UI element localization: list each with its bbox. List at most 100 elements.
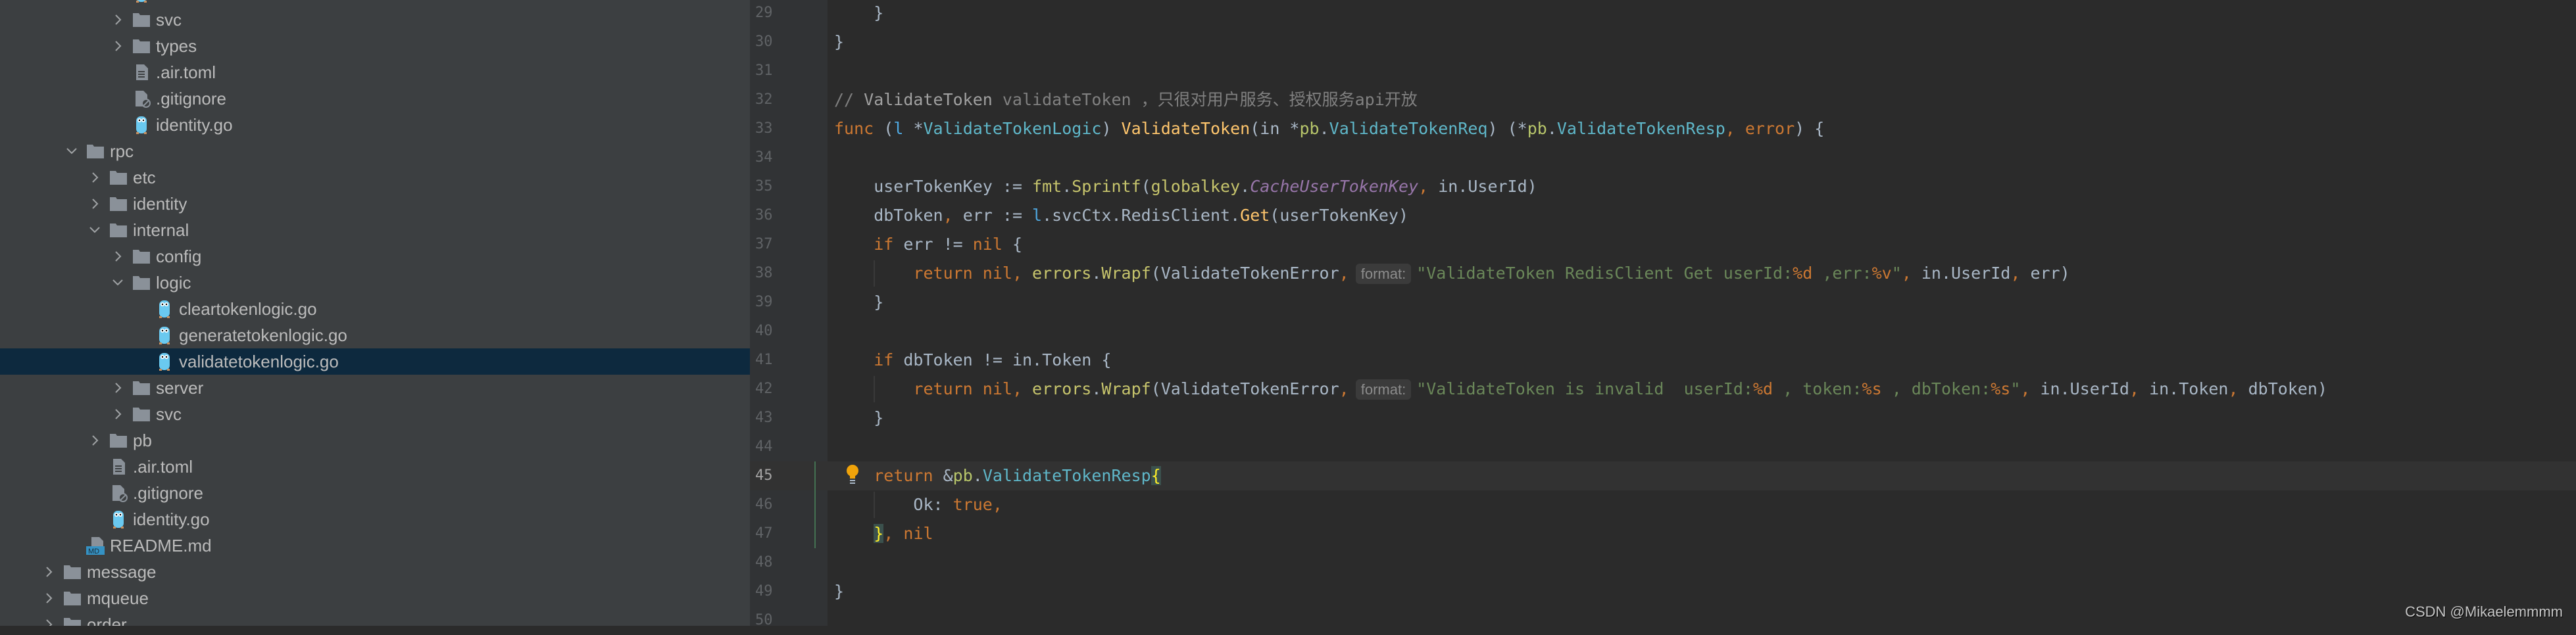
code-text: return &pb.ValidateTokenResp{ [834,461,1161,490]
code-line[interactable]: 41 if dbToken != in.Token { [750,346,2576,375]
chevron-right-icon[interactable] [41,617,57,626]
code-token: in.Token [2149,379,2229,398]
tree-file[interactable]: cleartokenlogic.go [0,296,750,322]
code-token: ) [1101,119,1122,138]
code-token: , dbToken: [1881,379,1991,398]
line-number: 38 [755,265,773,281]
tree-folder[interactable]: message [0,559,750,585]
code-token: dbToken) [2248,379,2328,398]
code-line[interactable]: 36 dbToken, err := l.svcCtx.RedisClient.… [750,201,2576,230]
code-line[interactable]: 31 [750,57,2576,85]
tree-folder[interactable]: types [0,33,750,59]
code-line[interactable]: 40 [750,317,2576,346]
tree-item-label: internal [133,220,189,240]
code-line[interactable]: 34 [750,143,2576,172]
vcs-change-marker[interactable] [814,461,816,548]
tree-item-label: identity.go [156,114,233,135]
code-line[interactable]: 32 // ValidateToken validateToken ，只很对用户服… [750,85,2576,114]
code-token: ValidateTokenReq [1329,119,1488,138]
code-text: } [834,288,883,317]
code-token: .svcCtx.RedisClient. [1042,206,1241,225]
code-text: } [834,404,883,433]
chevron-right-icon[interactable] [110,380,126,396]
tree-folder[interactable]: order [0,611,750,626]
line-number: 40 [755,323,773,339]
lightbulb-icon[interactable] [845,461,860,491]
tree-file[interactable]: .air.toml [0,59,750,85]
code-line[interactable]: 44 [750,433,2576,461]
chevron-right-icon[interactable] [41,590,57,606]
tree-file[interactable]: identity.go [0,112,750,138]
code-line[interactable]: 43 } [750,404,2576,433]
tree-folder[interactable]: server [0,375,750,401]
gitignore-file-icon [109,484,128,502]
project-tree[interactable]: svc types .air.toml .gitignore identity.go rp… [0,0,750,626]
tree-file[interactable]: generatetokenlogic.go [0,322,750,348]
code-token: err) [2030,264,2070,283]
code-line[interactable]: 35 userTokenKey := fmt.Sprintf(globalkey… [750,172,2576,201]
chevron-right-icon[interactable] [87,196,103,212]
code-token: ,err: [1812,264,1872,283]
tree-folder[interactable]: config [0,243,750,270]
code-line[interactable]: 29 } [750,0,2576,28]
tree-folder[interactable]: internal [0,217,750,243]
chevron-down-icon[interactable] [110,275,126,291]
code-token: } [834,582,845,601]
code-token: errors [1032,379,1092,398]
tree-file[interactable]: validatetokenlogic.go [0,348,750,375]
chevron-right-icon[interactable] [87,170,103,185]
code-token: . [1062,177,1072,196]
code-line[interactable]: 50 [750,606,2576,635]
code-text: } [834,28,844,57]
tree-file[interactable]: .gitignore [0,85,750,112]
tree-file[interactable]: identity.go [0,506,750,532]
tree-file[interactable]: .gitignore [0,480,750,506]
chevron-right-icon[interactable] [87,433,103,448]
tree-folder[interactable]: svc [0,401,750,427]
tree-folder[interactable]: rpc [0,138,750,164]
code-token: } [874,524,884,543]
inlay-parameter-hint: format: [1355,264,1412,284]
code-line[interactable]: 49} [750,577,2576,606]
code-token: , [1012,264,1033,283]
tree-folder[interactable]: svc [0,7,750,33]
tree-folder[interactable]: pb [0,427,750,454]
chevron-right-icon[interactable] [41,564,57,580]
tree-file[interactable]: .air.toml [0,454,750,480]
chevron-right-icon[interactable] [110,12,126,28]
chevron-down-icon[interactable] [64,143,80,159]
tree-item-label: types [156,35,197,56]
code-line[interactable]: 37 if err != nil { [750,230,2576,259]
chevron-down-icon[interactable] [87,222,103,238]
tree-folder[interactable]: etc [0,164,750,191]
line-number: 32 [755,91,773,108]
tree-folder[interactable]: identity [0,191,750,217]
chevron-right-icon[interactable] [110,406,126,422]
code-line[interactable]: 33 func (l *ValidateTokenLogic) ValidateT… [750,114,2576,143]
code-token: in.UserId [1921,264,2011,283]
folder-icon [63,615,82,626]
tree-item-label: identity [133,193,187,214]
code-line[interactable]: 39 } [750,288,2576,317]
code-token: , token: [1773,379,1862,398]
code-editor[interactable]: 29 } 30} 31 32// ValidateToken validateToke… [750,0,2576,628]
tree-file[interactable] [0,0,750,7]
code-line[interactable]: 48 [750,548,2576,577]
code-token: fmt [1032,177,1062,196]
code-line[interactable]: 47 }, nil [750,519,2576,548]
tree-folder[interactable]: logic [0,270,750,296]
code-line[interactable]: 38 return nil, errors.Wrapf(ValidateToke… [750,259,2576,288]
code-token: nil [972,235,1003,254]
code-line[interactable]: 45 return &pb.ValidateTokenResp{ [750,461,2576,490]
line-number: 49 [755,583,773,600]
chevron-right-icon[interactable] [110,38,126,54]
line-number: 45 [755,467,773,484]
tree-file[interactable]: MD README.md [0,532,750,559]
go-file-icon [109,510,128,529]
chevron-right-icon[interactable] [110,248,126,264]
code-line[interactable]: 46 Ok: true, [750,490,2576,519]
tree-folder[interactable]: mqueue [0,585,750,611]
line-number: 44 [755,438,773,455]
code-line[interactable]: 30} [750,28,2576,57]
code-line[interactable]: 42 return nil, errors.Wrapf(ValidateToke… [750,375,2576,404]
